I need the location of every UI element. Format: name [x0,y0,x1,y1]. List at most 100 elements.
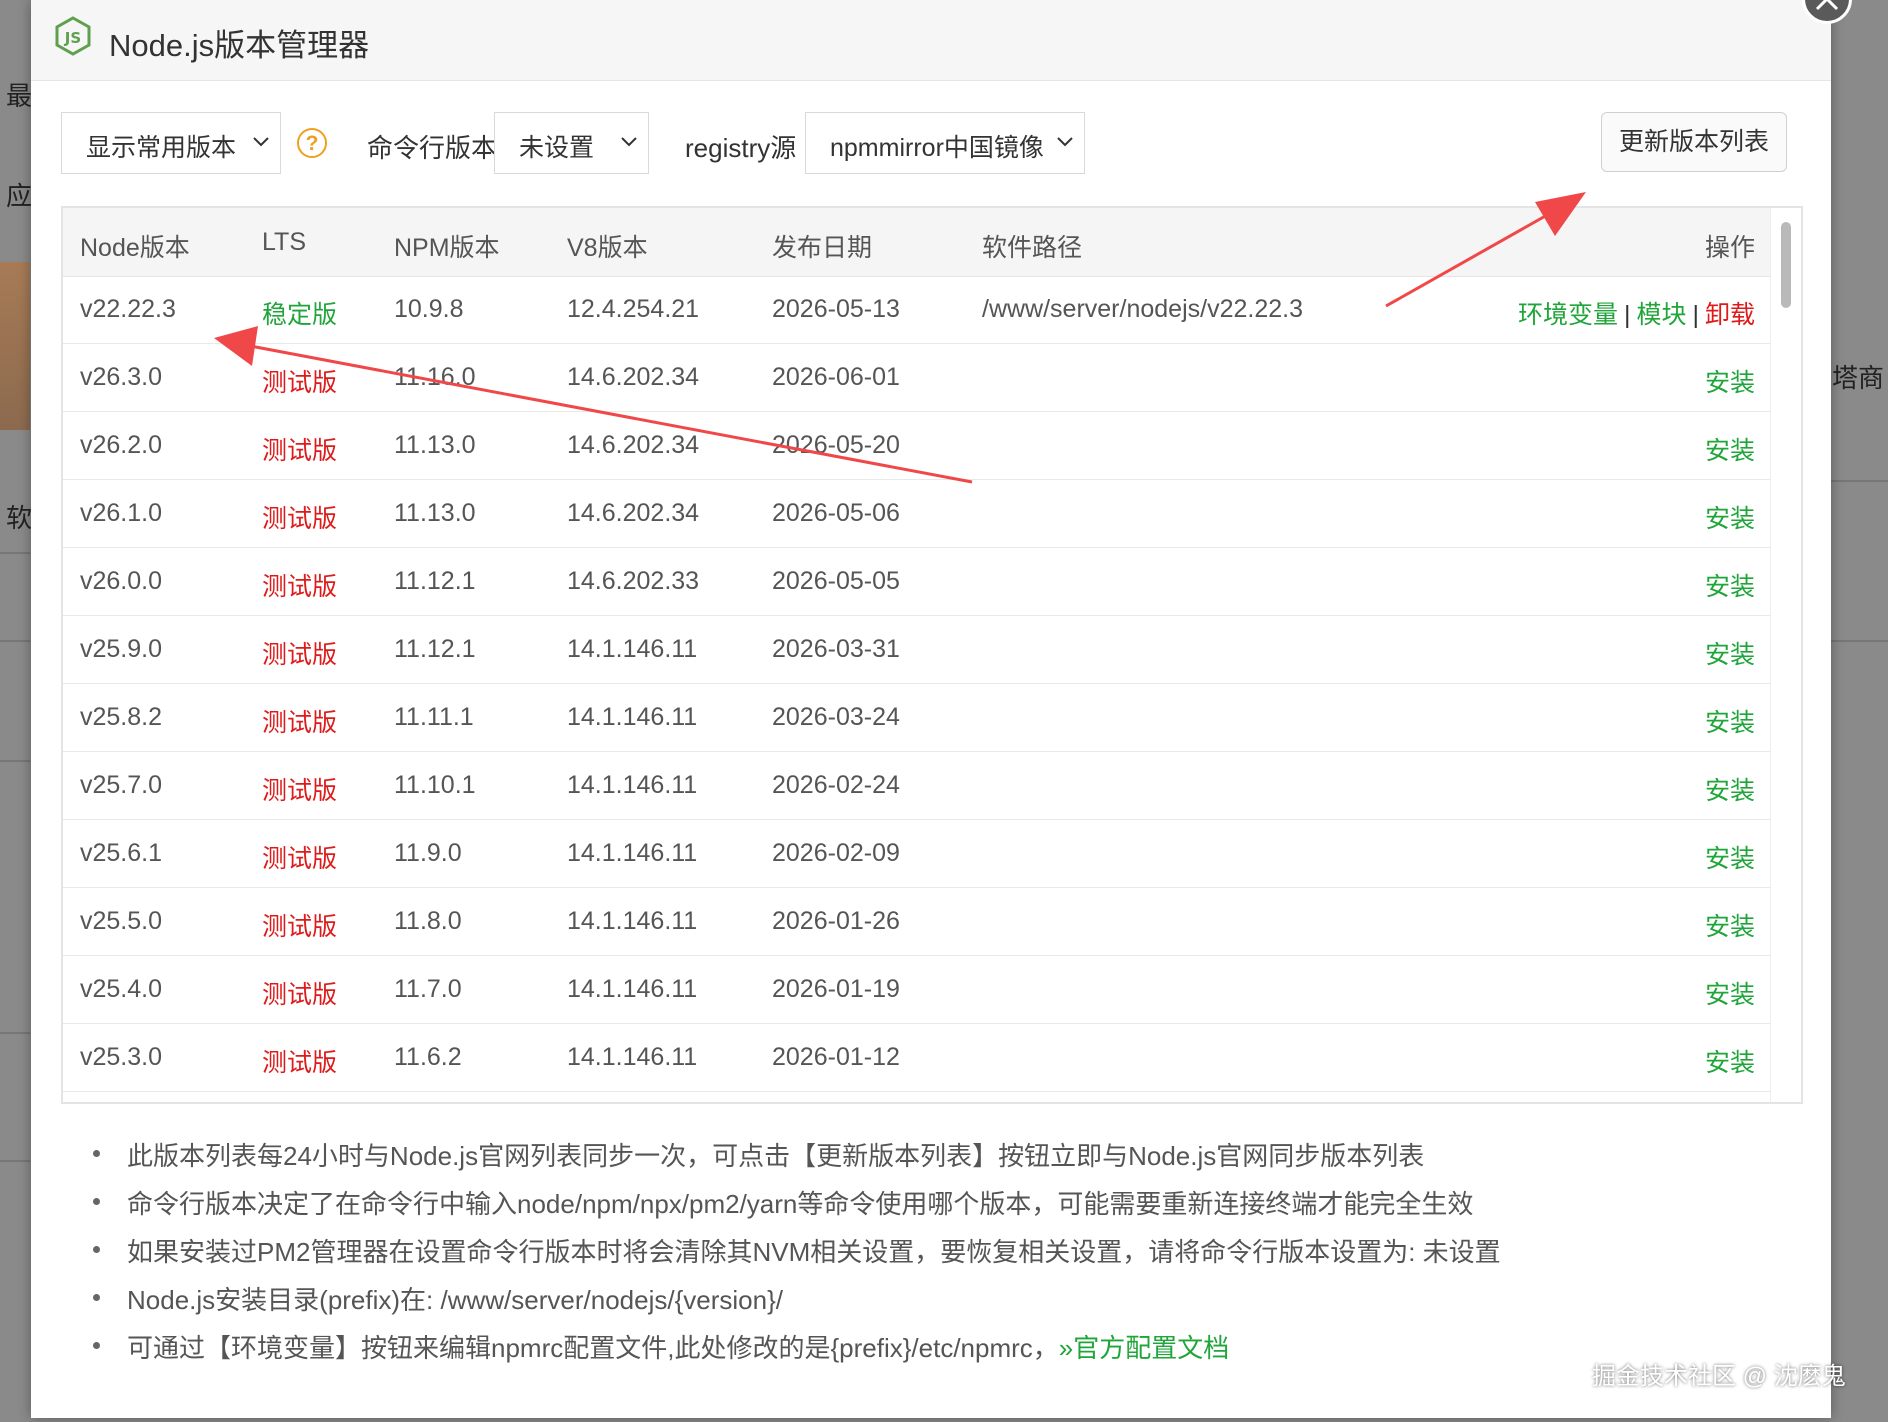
install-link[interactable]: 安装 [1705,777,1755,805]
install-link[interactable]: 安装 [1705,1049,1755,1077]
background-divider [0,552,30,554]
cell-v8-version: 14.6.202.34 [567,363,700,391]
cell-npm-version: 11.7.0 [394,975,462,1003]
background-divider [1828,640,1888,642]
table-row: v26.2.0 测试版 11.13.0 14.6.202.34 2026-05-20 安装 [63,412,1771,480]
column-header-v8: V8版本 [567,234,648,262]
table-row: v26.3.0 测试版 11.16.0 14.6.202.34 2026-06-01 安装 [63,344,1771,412]
table-scrollbar[interactable] [1770,208,1801,1102]
cell-lts: 测试版 [262,845,338,873]
note-item: Node.js安装目录(prefix)在: /www/server/nodejs… [61,1280,1801,1328]
note-item: 可通过【环境变量】按钮来编辑npmrc配置文件,此处修改的是{prefix}/e… [61,1328,1801,1376]
official-config-doc-link[interactable]: »官方配置文档 [1059,1333,1229,1363]
cell-actions: 安装 [1705,1043,1755,1079]
cell-npm-version: 11.10.1 [394,771,476,799]
cell-release-date: 2026-01-26 [772,907,900,935]
column-header-path: 软件路径 [982,234,1083,262]
cell-release-date: 2026-03-31 [772,635,900,663]
table-row: v25.6.1 测试版 11.9.0 14.1.146.11 2026-02-09 安装 [63,820,1771,888]
version-filter-select[interactable]: 显示常用版本 [61,112,281,174]
svg-text:JS: JS [64,29,81,47]
watermark: 掘金技术社区 @ 沈麽鬼 [1592,1363,1846,1390]
cell-node-version: v25.5.0 [80,907,163,935]
cell-lts: 测试版 [262,573,338,601]
cell-install-path: /www/server/nodejs/v22.22.3 [982,295,1303,323]
cli-version-value: 未设置 [519,134,595,162]
update-version-list-button[interactable]: 更新版本列表 [1601,112,1787,172]
note-text: Node.js安装目录(prefix)在: /www/server/nodejs… [127,1285,783,1315]
cell-npm-version: 11.16.0 [394,363,476,391]
cli-version-select[interactable]: 未设置 [494,112,649,174]
cell-lts: 测试版 [262,777,338,805]
table-row: v25.5.0 测试版 11.8.0 14.1.146.11 2026-01-26 安装 [63,888,1771,956]
cell-node-version: v26.2.0 [80,431,163,459]
cell-node-version: v22.22.3 [80,295,176,323]
background-divider [0,1032,30,1034]
cell-lts: 测试版 [262,1049,338,1077]
table-row: v25.7.0 测试版 11.10.1 14.1.146.11 2026-02-24 安装 [63,752,1771,820]
cell-actions: 安装 [1705,839,1755,875]
cell-lts: 测试版 [262,709,338,737]
table-row: v22.22.3 稳定版 10.9.8 12.4.254.21 2026-05-13/w… [63,276,1771,344]
cell-release-date: 2026-02-09 [772,839,900,867]
cell-lts: 测试版 [262,981,338,1009]
cell-release-date: 2026-03-24 [772,703,900,731]
install-link[interactable]: 安装 [1705,573,1755,601]
cell-v8-version: 14.1.146.11 [567,703,698,731]
note-item: 如果安装过PM2管理器在设置命令行版本时将会清除其NVM相关设置，要恢复相关设置… [61,1232,1801,1280]
cell-lts: 稳定版 [262,301,338,329]
cell-release-date: 2026-05-13 [772,295,900,323]
nodejs-icon: JS [55,16,91,56]
cell-node-version: v26.1.0 [80,499,163,527]
cell-v8-version: 14.6.202.33 [567,567,700,595]
chevron-down-icon [253,137,269,147]
registry-select[interactable]: npmmirror中国镜像 [805,112,1085,174]
version-table: Node版本 LTS NPM版本 V8版本 发布日期 软件路径 操作 v22.2… [61,206,1803,1104]
modules-link[interactable]: 模块 [1636,301,1686,329]
cell-actions: 环境变量 | 模块 | 卸载 [1518,295,1755,331]
table-row: v26.0.0 测试版 11.12.1 14.6.202.33 2026-05-05 安装 [63,548,1771,616]
install-link[interactable]: 安装 [1705,845,1755,873]
cell-v8-version: 12.4.254.21 [567,295,700,323]
column-header-date: 发布日期 [772,234,873,262]
cell-release-date: 2026-01-19 [772,975,900,1003]
background-text: 最 [6,81,33,111]
column-header-lts: LTS [262,228,306,256]
table-row: v25.3.0 测试版 11.6.2 14.1.146.11 2026-01-12 安装 [63,1024,1771,1092]
note-text: 可通过【环境变量】按钮来编辑npmrc配置文件,此处修改的是{prefix}/e… [127,1333,1059,1363]
table-row: v25.8.2 测试版 11.11.1 14.1.146.11 2026-03-24 安装 [63,684,1771,752]
note-item: 命令行版本决定了在命令行中输入node/npm/npx/pm2/yarn等命令使… [61,1184,1801,1232]
chevron-down-icon [621,137,637,147]
install-link[interactable]: 安装 [1705,437,1755,465]
chevron-down-icon [1057,137,1073,147]
cell-lts: 测试版 [262,505,338,533]
background-banner [0,262,30,430]
registry-label: registry源 [685,133,797,163]
cell-actions: 安装 [1705,635,1755,671]
install-link[interactable]: 安装 [1705,641,1755,669]
scrollbar-thumb[interactable] [1781,222,1791,308]
table-body: v22.22.3 稳定版 10.9.8 12.4.254.21 2026-05-13/w… [63,276,1771,1092]
cell-npm-version: 11.11.1 [394,703,474,731]
column-header-node: Node版本 [80,234,190,262]
cell-v8-version: 14.1.146.11 [567,907,698,935]
install-link[interactable]: 安装 [1705,913,1755,941]
table-row: v26.1.0 测试版 11.13.0 14.6.202.34 2026-05-06 安装 [63,480,1771,548]
uninstall-link[interactable]: 卸载 [1705,301,1755,329]
env-variables-link[interactable]: 环境变量 [1518,301,1618,329]
note-text: 此版本列表每24小时与Node.js官网列表同步一次，可点击【更新版本列表】按钮… [127,1141,1425,1171]
table-row: v25.9.0 测试版 11.12.1 14.1.146.11 2026-03-31 安装 [63,616,1771,684]
cell-npm-version: 11.9.0 [394,839,462,867]
cell-actions: 安装 [1705,771,1755,807]
note-item: 此版本列表每24小时与Node.js官网列表同步一次，可点击【更新版本列表】按钮… [61,1136,1801,1184]
cell-actions: 安装 [1705,975,1755,1011]
install-link[interactable]: 安装 [1705,369,1755,397]
background-divider [1828,480,1888,482]
cell-node-version: v25.7.0 [80,771,163,799]
install-link[interactable]: 安装 [1705,709,1755,737]
install-link[interactable]: 安装 [1705,505,1755,533]
help-icon[interactable]: ? [297,128,327,158]
cell-release-date: 2026-05-06 [772,499,900,527]
install-link[interactable]: 安装 [1705,981,1755,1009]
notes-list: 此版本列表每24小时与Node.js官网列表同步一次，可点击【更新版本列表】按钮… [61,1136,1801,1376]
